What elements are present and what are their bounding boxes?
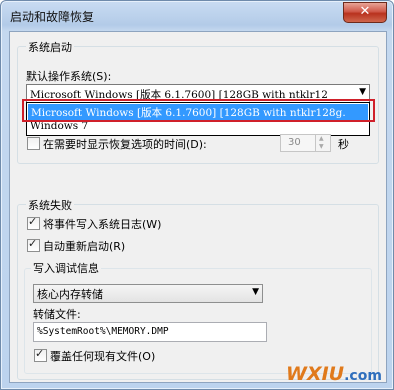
close-button[interactable]: ✕ <box>343 2 387 23</box>
dump-file-value: %SystemRoot%\MEMORY.DMP <box>37 326 169 337</box>
write-event-label: 将事件写入系统日志(W) <box>43 218 162 231</box>
chevron-down-icon: ▼ <box>359 87 366 97</box>
auto-restart-label: 自动重新启动(R) <box>43 240 126 253</box>
recovery-seconds-input[interactable]: 30 <box>280 134 316 152</box>
dump-file-label: 转储文件: <box>33 308 81 321</box>
chevron-down-icon: ▼ <box>252 287 259 297</box>
watermark-sub: .com <box>344 368 382 384</box>
system-failure-title: 系统失败 <box>26 197 74 213</box>
system-startup-title: 系统启动 <box>26 39 74 55</box>
recovery-seconds-spinner[interactable]: ▲ ▼ <box>315 134 331 152</box>
close-icon: ✕ <box>359 4 371 19</box>
highlight-outline <box>22 99 375 122</box>
dump-file-input[interactable]: %SystemRoot%\MEMORY.DMP <box>33 322 267 342</box>
overwrite-checkbox[interactable] <box>34 347 47 362</box>
write-event-checkbox[interactable] <box>27 215 40 230</box>
auto-restart-checkbox[interactable] <box>27 237 40 252</box>
show-recovery-label: 在需要时显示恢复选项的时间(D): <box>43 138 207 151</box>
debug-info-title: 写入调试信息 <box>31 260 101 276</box>
seconds-unit-label: 秒 <box>338 138 349 151</box>
recovery-seconds-value: 30 <box>288 137 301 148</box>
title-bar[interactable]: 启动和故障恢复 ✕ <box>1 1 393 31</box>
debug-type-select[interactable]: 核心内存转储 ▼ <box>33 284 263 303</box>
watermark-main: WXIU <box>286 363 345 385</box>
overwrite-label: 覆盖任何现有文件(O) <box>50 350 156 363</box>
spin-up-icon: ▲ <box>319 135 324 142</box>
default-os-label: 默认操作系统(S): <box>26 70 112 83</box>
show-recovery-checkbox[interactable] <box>27 137 40 150</box>
site-watermark-logo: WXIU.com <box>286 363 382 385</box>
window-title: 启动和故障恢复 <box>10 10 95 24</box>
debug-type-value: 核心内存转储 <box>37 288 103 301</box>
startup-recovery-window: 启动和故障恢复 ✕ 系统启动 默认操作系统(S): Microsoft Wind… <box>0 0 394 390</box>
dialog-body: 系统启动 默认操作系统(S): Microsoft Windows [版本 6.… <box>9 31 387 383</box>
spin-down-icon: ▼ <box>319 143 324 150</box>
